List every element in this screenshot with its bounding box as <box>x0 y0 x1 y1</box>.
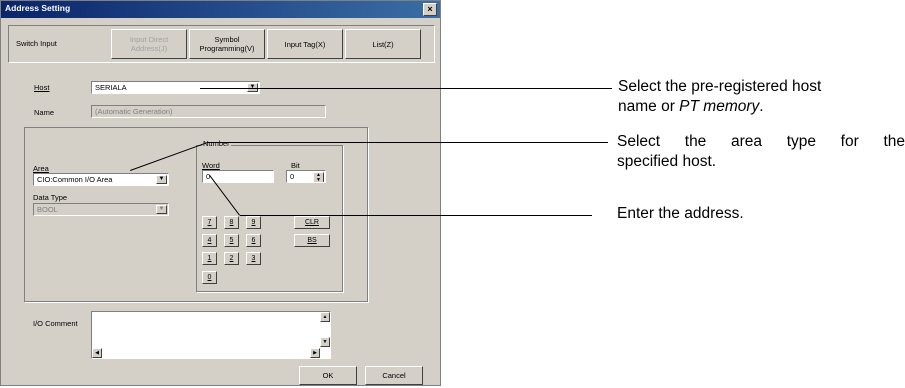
annotation-host-line2-prefix: name or <box>618 98 680 115</box>
name-field: (Automatic Generation) <box>91 105 326 118</box>
scroll-down-icon[interactable]: ▼ <box>320 337 330 347</box>
key-0[interactable]: 0 <box>202 271 217 284</box>
data-type-value: BOOL <box>37 205 58 214</box>
key-1[interactable]: 1 <box>202 252 217 265</box>
key-5[interactable]: 5 <box>224 234 239 247</box>
callout-line-area <box>207 142 608 143</box>
area-value: CIO:Common I/O Area <box>37 175 113 184</box>
key-9[interactable]: 9 <box>246 216 261 229</box>
host-value: SERIALA <box>95 83 127 92</box>
annotation-host-line2-italic: PT memory <box>679 98 760 115</box>
scroll-left-icon[interactable]: ◀ <box>92 348 102 358</box>
annotation-host-line1: Select the pre-registered host <box>618 78 822 95</box>
name-value: (Automatic Generation) <box>95 107 173 116</box>
key-7[interactable]: 7 <box>202 216 217 229</box>
bit-label: Bit <box>291 161 300 170</box>
cancel-button[interactable]: Cancel <box>365 366 423 385</box>
data-type-label: Data Type <box>33 193 68 202</box>
list-button[interactable]: List(Z) <box>345 29 421 59</box>
number-group-label: Number <box>202 139 231 148</box>
annotation-area: Select the area type for the specified h… <box>617 132 905 172</box>
clr-button[interactable]: CLR <box>294 216 330 229</box>
name-label: Name <box>34 108 55 117</box>
annotation-host: Select the pre-registered host name or P… <box>618 77 821 117</box>
switch-input-label: Switch Input <box>16 39 57 48</box>
key-2[interactable]: 2 <box>224 252 239 265</box>
window-title: Address Setting <box>5 3 71 13</box>
annotation-address: Enter the address. <box>617 205 744 222</box>
annotation-host-line2-suffix: . <box>759 98 764 115</box>
io-comment-label: I/O Comment <box>33 319 78 328</box>
chevron-down-icon[interactable]: ▼ <box>156 175 167 184</box>
input-tag-button[interactable]: Input Tag(X) <box>267 29 343 59</box>
callout-line-host <box>200 88 612 89</box>
bs-button[interactable]: BS <box>294 234 330 247</box>
callout-line-word <box>240 215 592 216</box>
area-select[interactable]: CIO:Common I/O Area ▼ <box>33 173 169 186</box>
switch-input-bar: Switch Input Input Direct Address(J) Sym… <box>8 25 435 63</box>
annotation-area-line2: specified host. <box>617 153 717 170</box>
area-label: Area <box>33 164 49 173</box>
title-bar[interactable]: Address Setting × <box>1 1 440 18</box>
ok-button[interactable]: OK <box>299 366 357 385</box>
host-label: Host <box>34 83 50 92</box>
spinner-arrows-icon[interactable]: ▲ ▼ <box>313 172 324 182</box>
bit-value: 0 <box>290 172 295 181</box>
scroll-up-icon[interactable]: ▲ <box>320 312 330 322</box>
input-direct-address-button[interactable]: Input Direct Address(J) <box>111 29 187 59</box>
address-setting-dialog: Address Setting × Switch Input Input Dir… <box>0 0 441 386</box>
chevron-down-icon: ▼ <box>156 205 167 214</box>
close-icon[interactable]: × <box>423 3 437 16</box>
data-type-select: BOOL ▼ <box>33 203 169 216</box>
annotation-area-line1: Select the area type for the <box>617 133 905 150</box>
scroll-right-icon[interactable]: ▶ <box>310 348 320 358</box>
key-8[interactable]: 8 <box>224 216 239 229</box>
key-4[interactable]: 4 <box>202 234 217 247</box>
key-6[interactable]: 6 <box>246 234 261 247</box>
key-3[interactable]: 3 <box>246 252 261 265</box>
io-comment-textarea[interactable]: ▲ ▼ ◀ ▶ <box>91 311 331 359</box>
bit-spinner[interactable]: 0 ▲ ▼ <box>286 170 326 183</box>
symbol-programming-button[interactable]: Symbol Programming(V) <box>189 29 265 59</box>
annotation-host-line2: name or PT memory. <box>618 97 821 117</box>
word-label: Word <box>202 161 220 170</box>
